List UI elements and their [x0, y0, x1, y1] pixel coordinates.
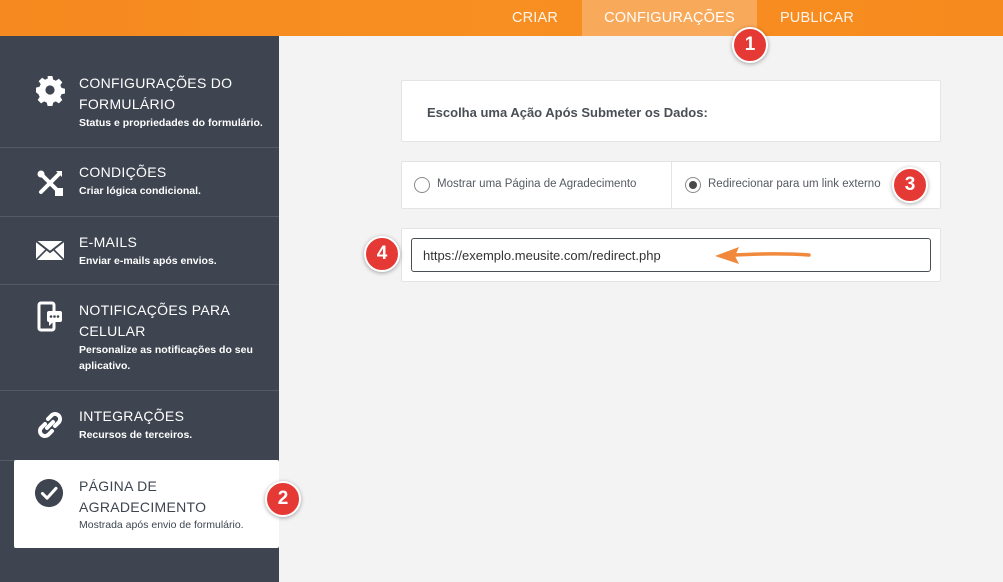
radio-redirect-external[interactable] — [685, 177, 701, 193]
sidebar-item-title: CONDIÇÕES — [79, 164, 167, 180]
sidebar-item-subtitle: Criar lógica condicional. — [79, 185, 201, 197]
annotation-badge-1: 1 — [732, 27, 768, 63]
tab-publicar[interactable]: PUBLICAR — [762, 0, 872, 36]
option-thank-you-page[interactable]: Mostrar uma Página de Agradecimento — [402, 162, 672, 208]
settings-sidebar: CONFIGURAÇÕES DO FORMULÁRIO Status e pro… — [0, 36, 279, 582]
conditions-icon — [37, 170, 63, 196]
sidebar-item-form-settings[interactable]: CONFIGURAÇÕES DO FORMULÁRIO Status e pro… — [0, 36, 279, 148]
tab-criar[interactable]: CRIAR — [497, 0, 573, 36]
gear-icon — [36, 76, 65, 106]
sidebar-item-title: INTEGRAÇÕES — [79, 408, 185, 424]
sidebar-item-subtitle: Status e propriedades do formulário. — [79, 117, 263, 129]
main-content: Escolha uma Ação Após Submeter os Dados:… — [279, 36, 1003, 582]
sidebar-item-integrations[interactable]: INTEGRAÇÕES Recursos de terceiros. — [0, 391, 279, 461]
sidebar-item-conditions[interactable]: CONDIÇÕES Criar lógica condicional. — [0, 148, 279, 217]
action-options-card: Mostrar uma Página de Agradecimento Redi… — [401, 161, 941, 209]
sidebar-item-thank-you-page[interactable]: PÁGINA DE AGRADECIMENTO Mostrada após en… — [14, 460, 279, 548]
sidebar-item-title: E-MAILS — [79, 234, 138, 250]
link-icon — [38, 412, 62, 438]
sidebar-item-subtitle: Recursos de terceiros. — [79, 429, 193, 441]
checkmark-circle-icon — [34, 478, 64, 508]
annotation-arrow-icon — [715, 247, 811, 264]
sidebar-item-subtitle: Personalize as notificações do seu aplic… — [79, 344, 253, 372]
annotation-badge-4: 4 — [364, 236, 400, 272]
redirect-url-input[interactable] — [411, 238, 931, 272]
envelope-icon — [35, 240, 65, 261]
action-title-card: Escolha uma Ação Após Submeter os Dados: — [401, 80, 941, 142]
sidebar-item-title: NOTIFICAÇÕES PARA CELULAR — [79, 302, 231, 339]
radio-thank-you-page[interactable] — [414, 177, 430, 193]
sidebar-item-title: CONFIGURAÇÕES DO FORMULÁRIO — [79, 75, 233, 112]
top-navigation-bar: CRIAR CONFIGURAÇÕES PUBLICAR — [0, 0, 1003, 36]
tab-configuracoes[interactable]: CONFIGURAÇÕES — [582, 0, 757, 36]
option-label: Mostrar uma Página de Agradecimento — [437, 178, 637, 190]
annotation-badge-3: 3 — [892, 167, 928, 203]
sidebar-item-emails[interactable]: E-MAILS Enviar e-mails após envios. — [0, 217, 279, 285]
option-label: Redirecionar para um link externo — [708, 178, 881, 190]
sidebar-item-subtitle: Enviar e-mails após envios. — [79, 255, 217, 267]
mobile-notification-icon — [37, 301, 62, 332]
redirect-url-card — [401, 228, 941, 282]
annotation-badge-2: 2 — [265, 481, 301, 517]
sidebar-item-subtitle: Mostrada após envio de formulário. — [79, 519, 244, 531]
sidebar-item-title: PÁGINA DE AGRADECIMENTO — [79, 478, 207, 515]
action-title: Escolha uma Ação Após Submeter os Dados: — [427, 105, 708, 120]
sidebar-item-mobile-notifications[interactable]: NOTIFICAÇÕES PARA CELULAR Personalize as… — [0, 285, 279, 391]
